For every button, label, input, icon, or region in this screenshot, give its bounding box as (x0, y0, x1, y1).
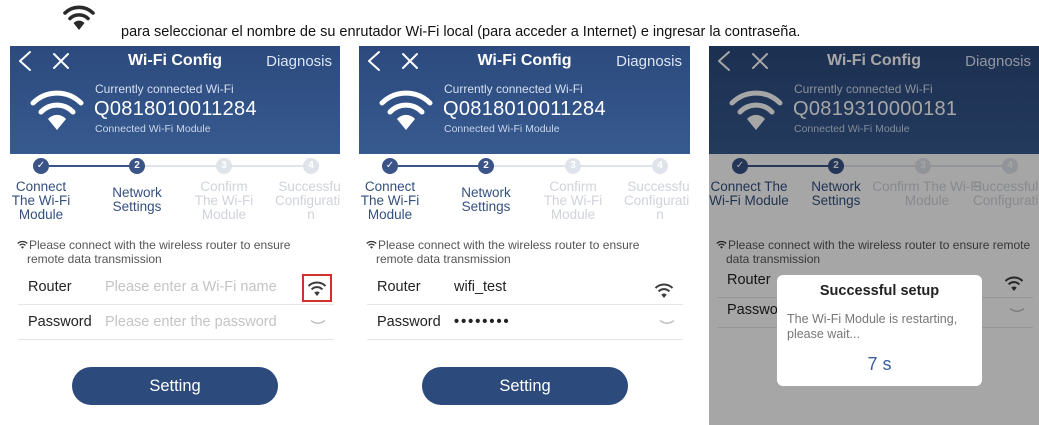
phone-screen-filled-form: Wi-Fi Config Diagnosis Currently connect… (359, 46, 690, 425)
wifi-icon (30, 90, 84, 130)
step-1-done-icon: ✓ (33, 158, 49, 174)
notice-line-2: remote data transmission (376, 252, 511, 266)
step-4-label: Successful Configuratio n (275, 179, 340, 222)
wifi-icon (654, 283, 674, 298)
diagnosis-link[interactable]: Diagnosis (266, 53, 332, 70)
app-header: Wi-Fi Config Diagnosis Currently connect… (10, 46, 340, 154)
current-wifi-label: Currently connected Wi-Fi (444, 82, 583, 96)
dialog-message: The Wi-Fi Module is restarting, please w… (787, 312, 958, 341)
router-label: Router (377, 279, 421, 295)
step-2-label: Network Settings (112, 185, 162, 214)
password-input[interactable] (105, 314, 285, 330)
eye-closed-icon[interactable] (659, 319, 675, 327)
step-2-label: Network Settings (461, 185, 511, 214)
password-label: Password (377, 314, 441, 330)
module-label: Connected Wi-Fi Module (95, 123, 211, 135)
wifi-scan-button[interactable] (651, 277, 677, 301)
password-label: Password (28, 314, 92, 330)
router-label: Router (28, 279, 72, 295)
step-3-marker: 3 (216, 158, 232, 174)
password-input[interactable] (454, 314, 634, 330)
success-dialog: Successful setup The Wi-Fi Module is res… (777, 275, 982, 386)
phone-screen-empty-form: Wi-Fi Config Diagnosis Currently connect… (10, 46, 340, 425)
step-4-marker: 4 (652, 158, 668, 174)
step-2-marker: 2 (478, 158, 494, 174)
dialog-title: Successful setup (819, 283, 940, 299)
setting-button[interactable]: Setting (72, 367, 278, 405)
step-1-label: Connect The Wi-Fi Module (360, 179, 420, 222)
step-4-label: Successful Configuratio n (624, 179, 690, 222)
phone-screen-success-dialog: Wi-Fi Config Diagnosis Currently connect… (709, 46, 1039, 425)
notice-line-1: Please connect with the wireless router … (378, 238, 640, 252)
instruction-line: para seleccionar el nombre de su enrutad… (0, 0, 1039, 46)
step-3-label: Confirm The Wi-Fi Module (543, 179, 603, 222)
step-1-label: Connect The Wi-Fi Module (11, 179, 71, 222)
password-row: Password (18, 308, 334, 340)
wifi-icon (379, 90, 433, 130)
eye-closed-icon[interactable] (310, 319, 326, 327)
wifi-icon (366, 240, 377, 249)
countdown-timer: 7 s (867, 354, 892, 374)
progress-stepper: ✓ 2 3 4 Connect The Wi-Fi Module Network… (10, 154, 340, 234)
instruction-text: para seleccionar el nombre de su enrutad… (121, 24, 801, 40)
notice-text: Please connect with the wireless router … (17, 238, 335, 266)
wifi-icon (63, 5, 95, 30)
notice-line-1: Please connect with the wireless router … (29, 238, 291, 252)
step-3-marker: 3 (565, 158, 581, 174)
app-header: Wi-Fi Config Diagnosis Currently connect… (359, 46, 690, 154)
router-input[interactable] (454, 279, 634, 295)
module-id: Q0818010011284 (94, 98, 257, 120)
step-2-marker: 2 (129, 158, 145, 174)
password-row: Password (367, 308, 683, 340)
router-row: Router (18, 273, 334, 305)
wifi-icon (307, 281, 327, 296)
router-input[interactable] (105, 279, 285, 295)
module-id: Q0818010011284 (443, 98, 606, 120)
wifi-scan-button[interactable] (302, 274, 332, 302)
step-4-marker: 4 (303, 158, 319, 174)
step-1-done-icon: ✓ (382, 158, 398, 174)
wifi-icon (17, 240, 28, 249)
progress-stepper: ✓ 2 3 4 Connect The Wi-Fi Module Network… (359, 154, 690, 234)
router-row: Router (367, 273, 683, 305)
notice-text: Please connect with the wireless router … (366, 238, 684, 266)
setting-button[interactable]: Setting (422, 367, 628, 405)
diagnosis-link[interactable]: Diagnosis (616, 53, 682, 70)
module-label: Connected Wi-Fi Module (444, 123, 560, 135)
notice-line-2: remote data transmission (27, 252, 162, 266)
step-3-label: Confirm The Wi-Fi Module (194, 179, 254, 222)
current-wifi-label: Currently connected Wi-Fi (95, 82, 234, 96)
